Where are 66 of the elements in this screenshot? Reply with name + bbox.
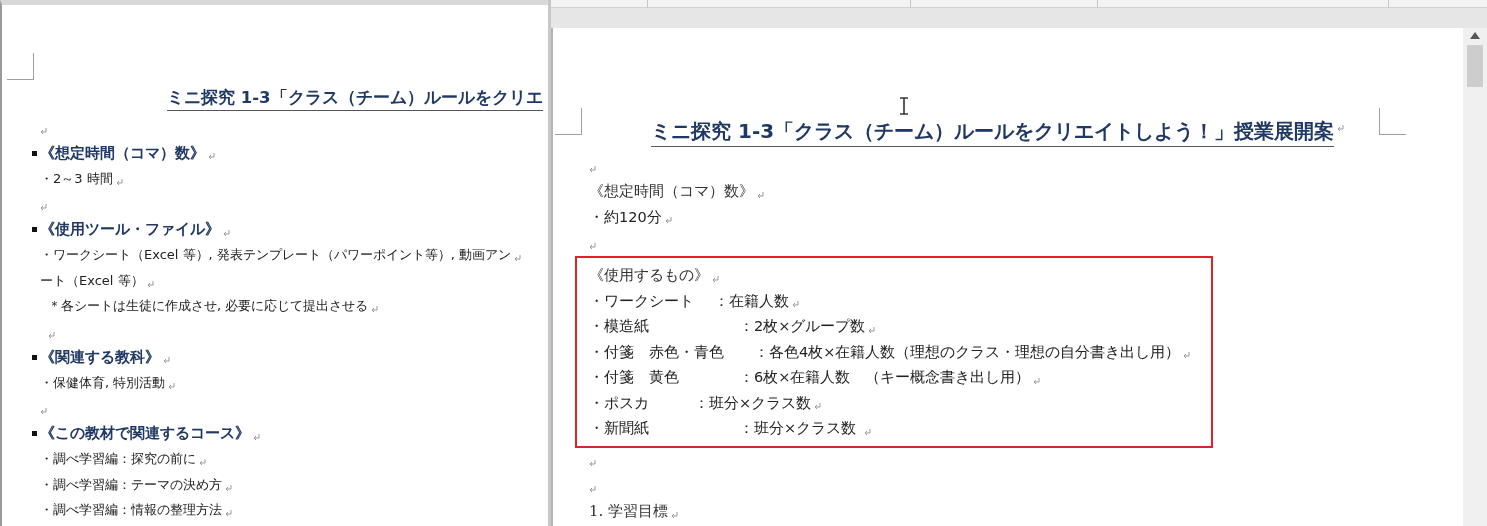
- body-text: ・ワークシート（Excel 等）, 発表テンプレート（パワーポイント等）, 動画アン: [40, 246, 512, 265]
- paragraph-mark-icon: [48, 331, 55, 339]
- paragraph-mark-icon: [814, 403, 822, 410]
- paragraph-mark-icon: [163, 357, 170, 364]
- section-heading: 《使用ツール・ファイル》: [40, 220, 220, 240]
- body-text: ・調べ学習編：テーマの決め方: [40, 475, 222, 494]
- section-heading: 《使用するもの》: [589, 266, 709, 285]
- body-text: ・約120分: [589, 207, 662, 227]
- scrollbar[interactable]: [1463, 28, 1487, 526]
- paragraph-mark-icon: [1337, 125, 1345, 132]
- paragraph-mark-icon: [671, 511, 679, 519]
- margin-corner-mark: [1379, 108, 1406, 135]
- body-text: ・2～3 時間: [40, 169, 113, 188]
- paragraph-mark-icon: [791, 301, 799, 308]
- section-heading: 《想定時間（コマ）数》: [589, 182, 754, 201]
- paragraph-mark-icon: [589, 242, 596, 250]
- scroll-thumb[interactable]: [1467, 45, 1483, 87]
- paragraph-mark-icon: [863, 428, 871, 436]
- body-text: ・調べ学習編：情報の整理方法: [40, 501, 222, 520]
- body-text: ・付箋 黄色 ：6枚×在籍人数 （キー概念書き出し用）: [589, 368, 1031, 388]
- paragraph-mark-icon: [589, 485, 596, 493]
- paragraph-mark-icon: [514, 255, 522, 262]
- paragraph-mark-icon: [225, 484, 232, 492]
- paragraph-mark-icon: [40, 127, 47, 135]
- body-text: ・新聞紙 ：班分×クラス数: [589, 419, 858, 439]
- body-text: ・付箋 赤色・青色 ：各色4枚×在籍人数（理想のクラス・理想の自分書き出し用）: [589, 342, 1181, 362]
- paragraph-mark-icon: [712, 275, 719, 283]
- paragraph-mark-icon: [40, 408, 47, 415]
- body-text: ・ワークシート ：在籍人数: [589, 291, 789, 311]
- paragraph-mark-icon: [371, 306, 379, 313]
- section-heading: 《関連する教科》: [40, 347, 160, 367]
- paragraph-mark-icon: [223, 229, 230, 237]
- note-text: ＊各シートは生徒に作成させ, 必要に応じて提出させる: [48, 297, 369, 316]
- body-text: ・調べ学習編：探究の前に: [40, 450, 196, 469]
- document-title: ミニ探究 1-3「クラス（チーム）ルールをクリエ: [167, 87, 543, 111]
- margin-corner-mark: [555, 108, 582, 135]
- paragraph-mark-icon: [1183, 352, 1191, 359]
- section-heading: 《想定時間（コマ）数》: [40, 143, 205, 163]
- bullet-icon: [32, 354, 37, 360]
- body-text: ・模造紙 ：2枚×グループ数: [589, 317, 866, 337]
- paragraph-mark-icon: [253, 433, 260, 441]
- document-title: ミニ探究 1-3「クラス（チーム）ルールをクリエイトしよう！」授業展開案: [651, 118, 1335, 147]
- paragraph-mark-icon: [225, 510, 232, 517]
- paragraph-mark-icon: [757, 191, 764, 199]
- section-heading: 《この教材で関連するコース》: [40, 424, 250, 444]
- text-cursor-icon: [899, 97, 909, 115]
- body-text: ・保健体育, 特別活動: [40, 373, 166, 392]
- paragraph-mark-icon: [115, 178, 123, 186]
- paragraph-mark-icon: [208, 153, 215, 160]
- section-heading: 1. 学習目標: [589, 502, 669, 521]
- paragraph-mark-icon: [40, 204, 47, 211]
- paragraph-mark-icon: [868, 326, 876, 334]
- paragraph-mark-icon: [589, 165, 596, 173]
- bullet-icon: [32, 227, 37, 233]
- paragraph-mark-icon: [199, 459, 206, 466]
- paragraph-mark-icon: [1033, 377, 1041, 385]
- bullet-icon: [32, 150, 37, 156]
- paragraph-mark-icon: [589, 460, 596, 467]
- scroll-up-icon[interactable]: [1470, 32, 1480, 39]
- body-text: ・ポスカ ：班分×クラス数: [589, 393, 812, 413]
- paragraph-mark-icon: [664, 217, 672, 224]
- margin-corner-mark: [7, 53, 34, 80]
- body-text: ート（Excel 等）: [40, 271, 144, 290]
- paragraph-mark-icon: [168, 382, 176, 390]
- paragraph-mark-icon: [146, 280, 154, 288]
- bullet-icon: [32, 431, 37, 437]
